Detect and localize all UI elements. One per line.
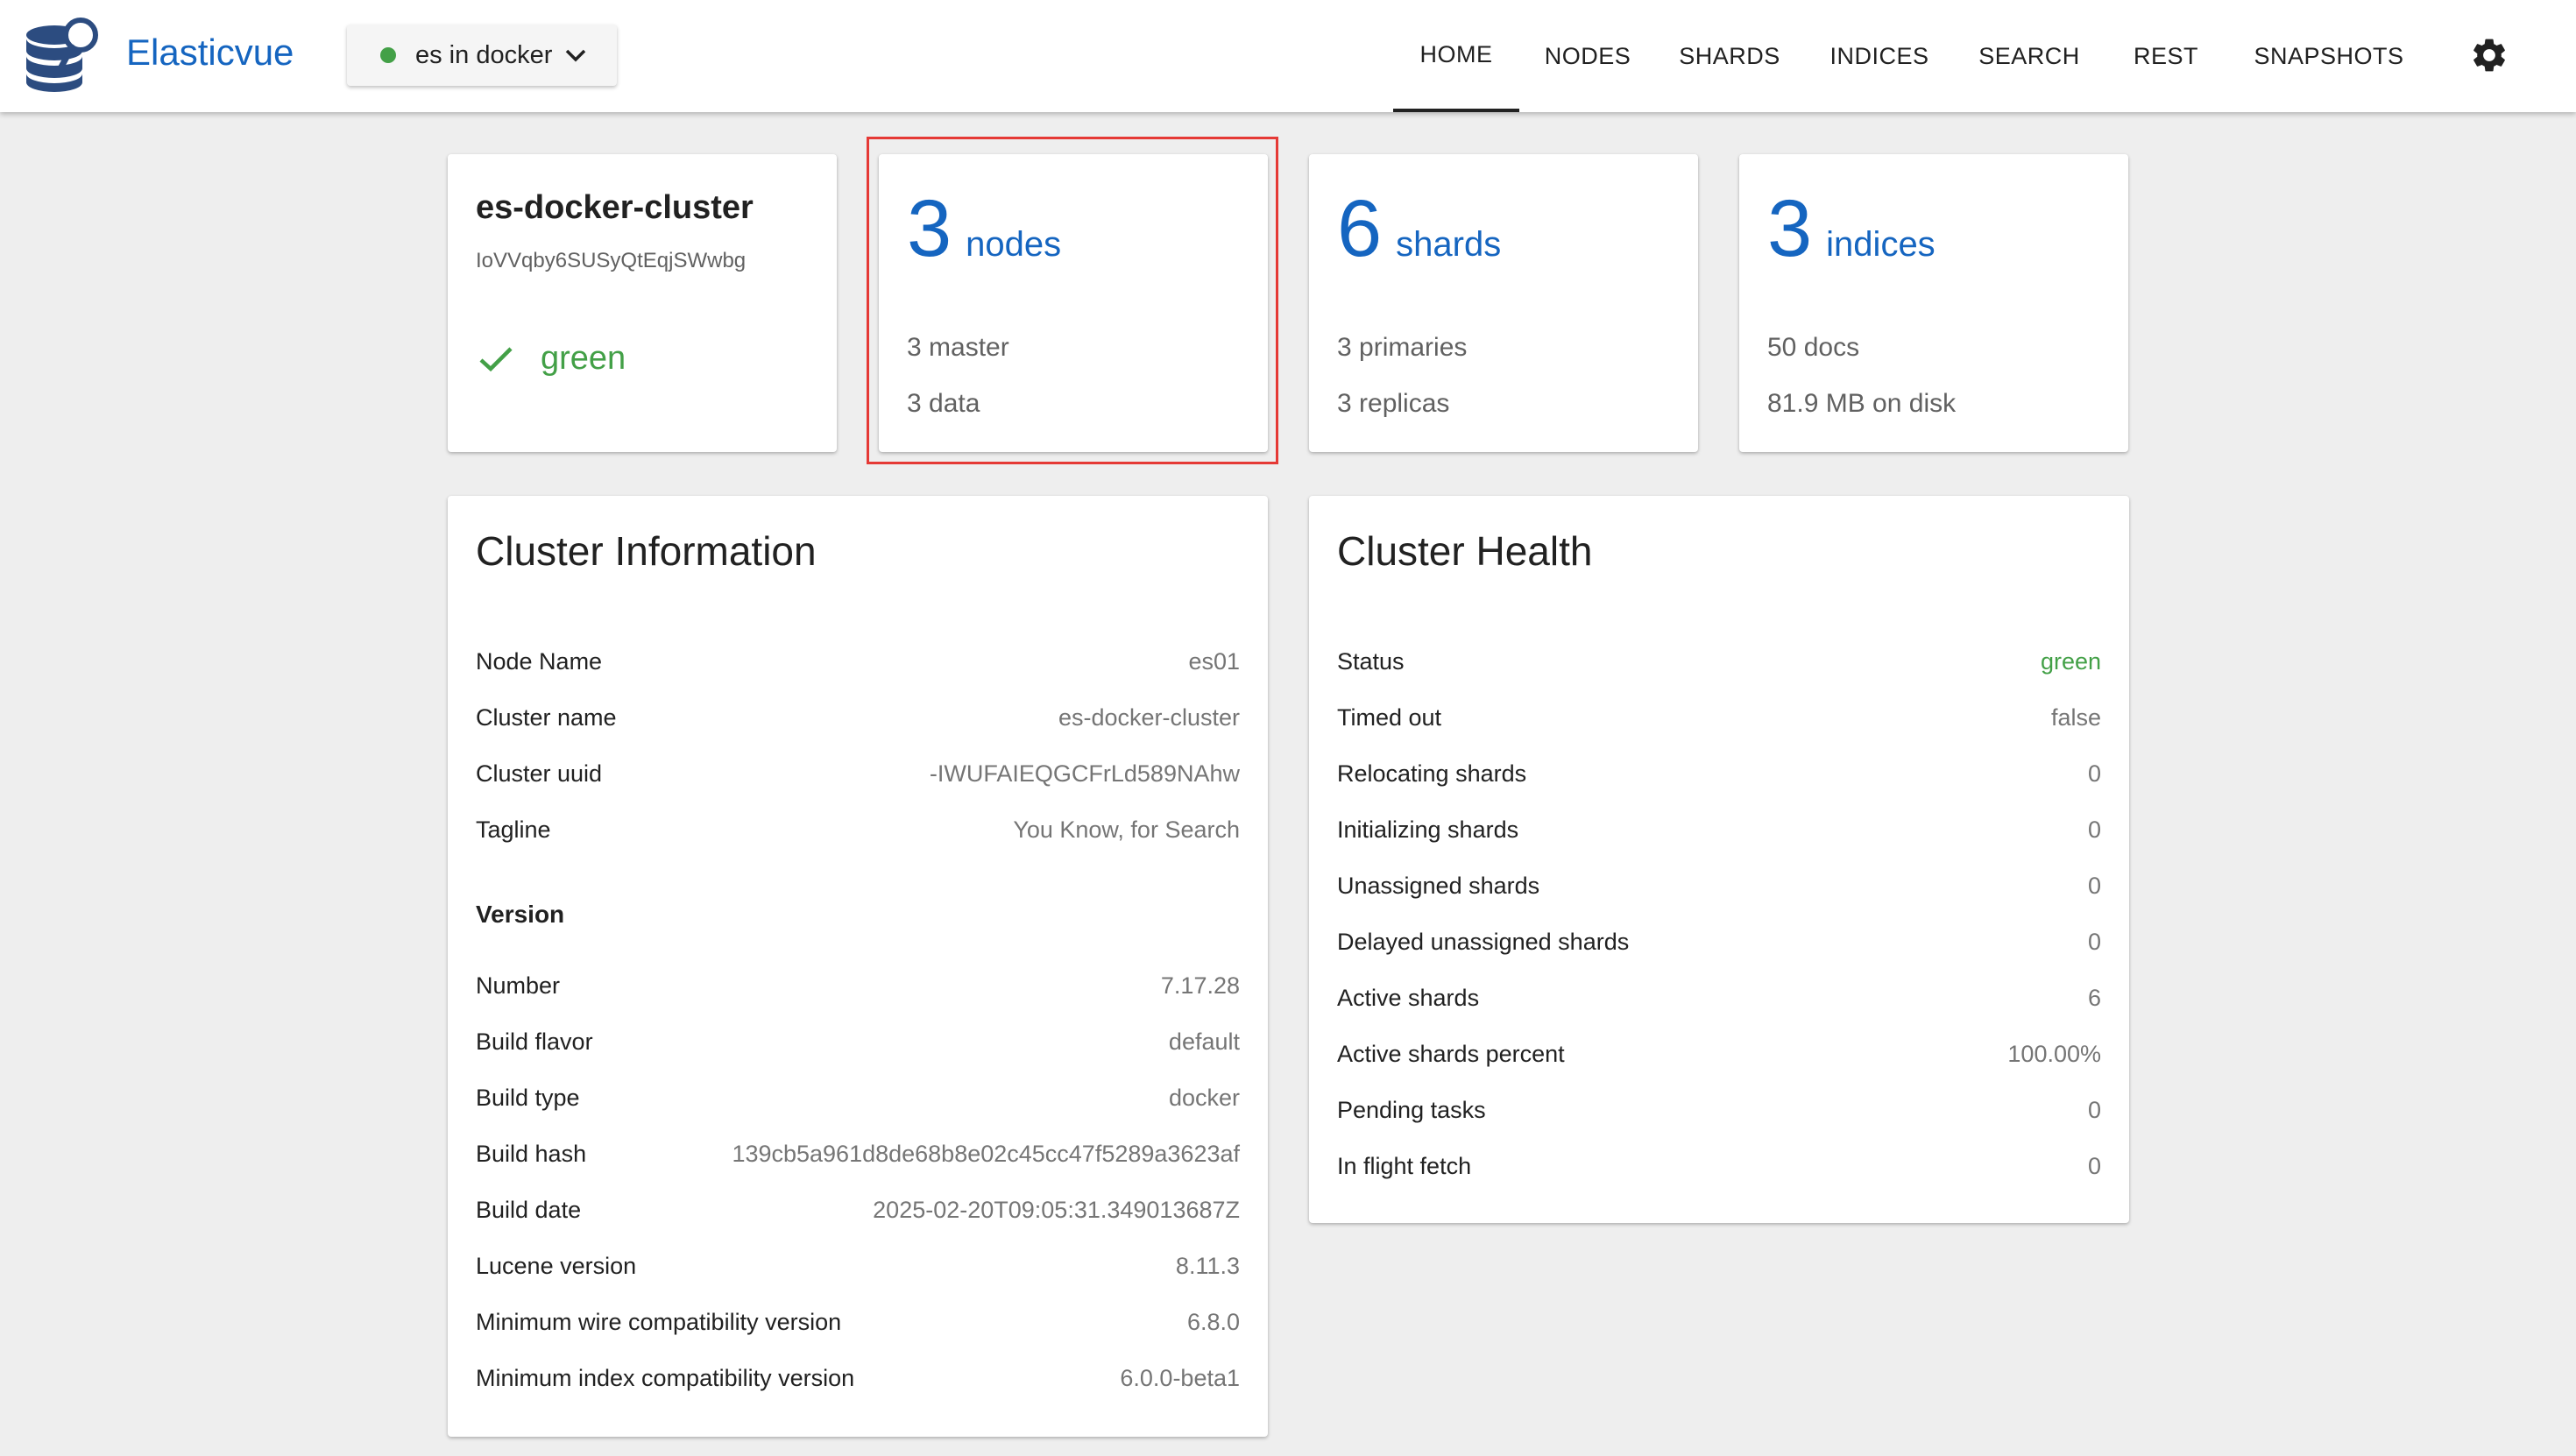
cluster-information-title: Cluster Information [476, 528, 817, 574]
cluster-health-card: Cluster Health Status green Timed out fals… [1309, 496, 2129, 1223]
version-row: Build flavor default [476, 1028, 1240, 1055]
indices-docs: 50 docs [1767, 333, 1860, 362]
indices-count: 3 indices [1767, 180, 1936, 277]
info-row: Cluster uuid -IWUFAIEQGCFrLd589NAhw [476, 760, 1240, 787]
version-row: Build type docker [476, 1085, 1240, 1111]
tab-nodes[interactable]: NODES [1532, 0, 1644, 112]
indices-unit: indices [1826, 225, 1936, 264]
indices-disk: 81.9 MB on disk [1767, 389, 1957, 418]
info-row: Cluster name es-docker-cluster [476, 704, 1240, 731]
highlight-box [867, 137, 1278, 464]
version-heading: Version [476, 901, 565, 928]
version-row: Lucene version 8.11.3 [476, 1253, 1240, 1279]
info-row: Node Name es01 [476, 648, 1240, 675]
chevron-down-icon [566, 49, 586, 62]
health-row: Pending tasks 0 [1337, 1097, 2101, 1123]
tab-indices[interactable]: INDICES [1814, 0, 1945, 112]
version-row: Number 7.17.28 [476, 972, 1240, 999]
brand-title[interactable]: Elasticvue [126, 30, 294, 75]
version-row: Minimum wire compatibility version 6.8.0 [476, 1309, 1240, 1335]
health-row: Timed out false [1337, 704, 2101, 731]
cluster-information-card: Cluster Information Node Name es01 Cluste… [448, 496, 1268, 1437]
indices-card[interactable]: 3 indices 50 docs 81.9 MB on disk [1739, 154, 2128, 452]
version-row: Build hash 139cb5a961d8de68b8e02c45cc47f5… [476, 1141, 1240, 1167]
info-row: Tagline You Know, for Search [476, 816, 1240, 843]
version-row: Minimum index compatibility version 6.0.0… [476, 1365, 1240, 1391]
health-status-value: green [2040, 648, 2101, 675]
shards-replicas: 3 replicas [1337, 389, 1450, 418]
tab-rest[interactable]: REST [2120, 0, 2212, 112]
shards-number: 6 [1337, 184, 1383, 273]
cluster-health-title: Cluster Health [1337, 528, 1593, 574]
cluster-card: es-docker-cluster IoVVqby6SUSyQtEqjSWwbg… [448, 154, 837, 452]
health-row: Initializing shards 0 [1337, 816, 2101, 843]
check-icon [479, 346, 513, 371]
tab-home[interactable]: HOME [1393, 0, 1519, 112]
tab-search[interactable]: SEARCH [1966, 0, 2092, 112]
shards-card[interactable]: 6 shards 3 primaries 3 replicas [1309, 154, 1698, 452]
cluster-status-text: green [541, 340, 626, 377]
tab-shards[interactable]: SHARDS [1670, 0, 1789, 112]
app-bar: Elasticvue es in docker HOME NODES SHARD… [0, 0, 2576, 112]
tab-snapshots[interactable]: SNAPSHOTS [2241, 0, 2417, 112]
health-row: Unassigned shards 0 [1337, 873, 2101, 899]
gear-icon[interactable] [2469, 35, 2509, 75]
cluster-status-dot [380, 47, 396, 63]
cluster-selector-label: es in docker [415, 40, 553, 69]
cluster-status: green [478, 340, 626, 378]
version-row: Build date 2025-02-20T09:05:31.349013687Z [476, 1197, 1240, 1223]
cluster-selector[interactable]: es in docker [347, 25, 617, 86]
shards-primaries: 3 primaries [1337, 333, 1468, 362]
health-row: Active shards 6 [1337, 985, 2101, 1011]
health-row: In flight fetch 0 [1337, 1153, 2101, 1179]
cluster-uuid: IoVVqby6SUSyQtEqjSWwbg [476, 249, 747, 272]
elasticvue-logo-icon[interactable] [25, 16, 105, 93]
shards-unit: shards [1396, 225, 1502, 264]
cluster-name: es-docker-cluster [476, 189, 754, 226]
health-row: Relocating shards 0 [1337, 760, 2101, 787]
indices-number: 3 [1767, 184, 1813, 273]
shards-count: 6 shards [1337, 180, 1501, 277]
health-row: Delayed unassigned shards 0 [1337, 929, 2101, 955]
health-row: Active shards percent 100.00% [1337, 1041, 2101, 1067]
health-row: Status green [1337, 648, 2101, 675]
